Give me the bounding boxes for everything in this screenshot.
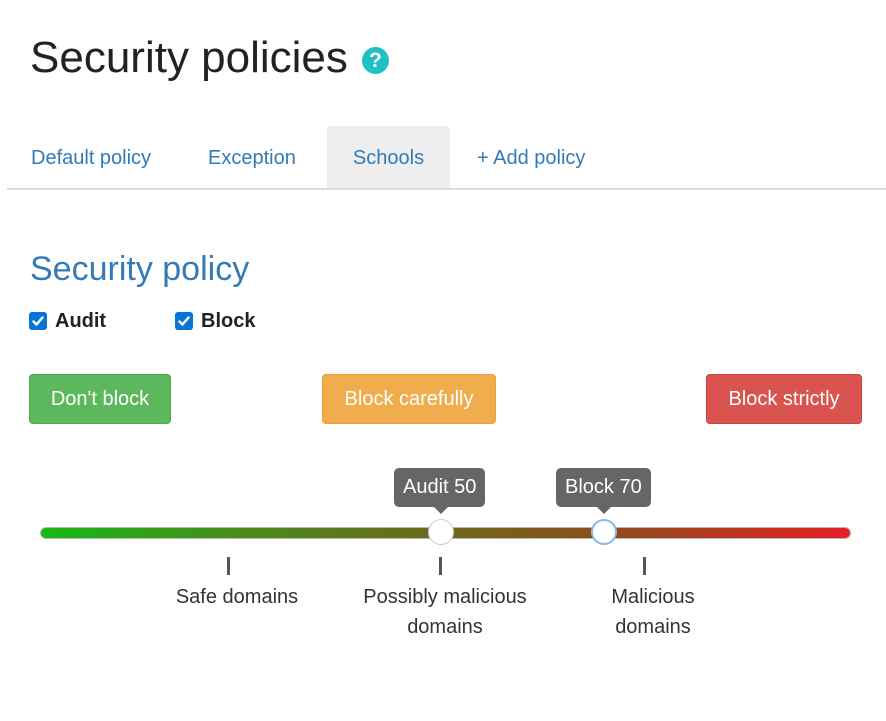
checkmark-icon — [32, 316, 44, 326]
tick-label-line: domains — [407, 616, 483, 638]
audit-tooltip: Audit 50 — [394, 468, 486, 507]
tick-label-line: domains — [615, 616, 691, 638]
block-tooltip: Block 70 — [556, 468, 651, 507]
block-tooltip-arrow — [597, 507, 611, 514]
page-title-text: Security policies — [30, 33, 348, 82]
tick-label-line: Malicious — [611, 586, 695, 608]
block-checkbox[interactable] — [175, 312, 193, 330]
block-slider-handle[interactable] — [591, 519, 617, 545]
section-title: Security policy — [30, 250, 250, 288]
tick-label-malicious: Malicious domains — [543, 582, 763, 642]
tick-malicious — [643, 557, 646, 575]
dont-block-button[interactable]: Don't block — [29, 374, 171, 424]
tick-label-line: Possibly malicious — [363, 586, 527, 608]
tab-schools[interactable]: Schools — [327, 126, 450, 188]
audit-checkbox[interactable] — [29, 312, 47, 330]
tick-possibly-malicious — [439, 557, 442, 575]
block-checkbox-row[interactable]: Block — [175, 309, 255, 333]
tab-exception[interactable]: Exception — [208, 126, 296, 188]
tab-default-policy[interactable]: Default policy — [31, 126, 151, 188]
tab-add-policy[interactable]: + Add policy — [477, 126, 585, 188]
tick-safe-domains — [227, 557, 230, 575]
audit-tooltip-arrow — [434, 507, 448, 514]
block-checkbox-label: Block — [201, 310, 256, 332]
tick-label-safe-domains: Safe domains — [127, 582, 347, 612]
tick-label-possibly-malicious: Possibly malicious domains — [335, 582, 555, 642]
audit-checkbox-label: Audit — [55, 310, 107, 332]
audit-checkbox-row[interactable]: Audit — [29, 309, 106, 333]
policy-tabs: Default policy Exception Schools + Add p… — [7, 126, 886, 190]
help-icon[interactable]: ? — [361, 46, 389, 74]
page-title: Security policies ? — [30, 32, 389, 84]
audit-slider-handle[interactable] — [428, 519, 454, 545]
block-strictly-button[interactable]: Block strictly — [706, 374, 862, 424]
checkmark-icon — [178, 316, 190, 326]
block-carefully-button[interactable]: Block carefully — [322, 374, 496, 424]
tick-label-line: Safe domains — [175, 586, 299, 608]
